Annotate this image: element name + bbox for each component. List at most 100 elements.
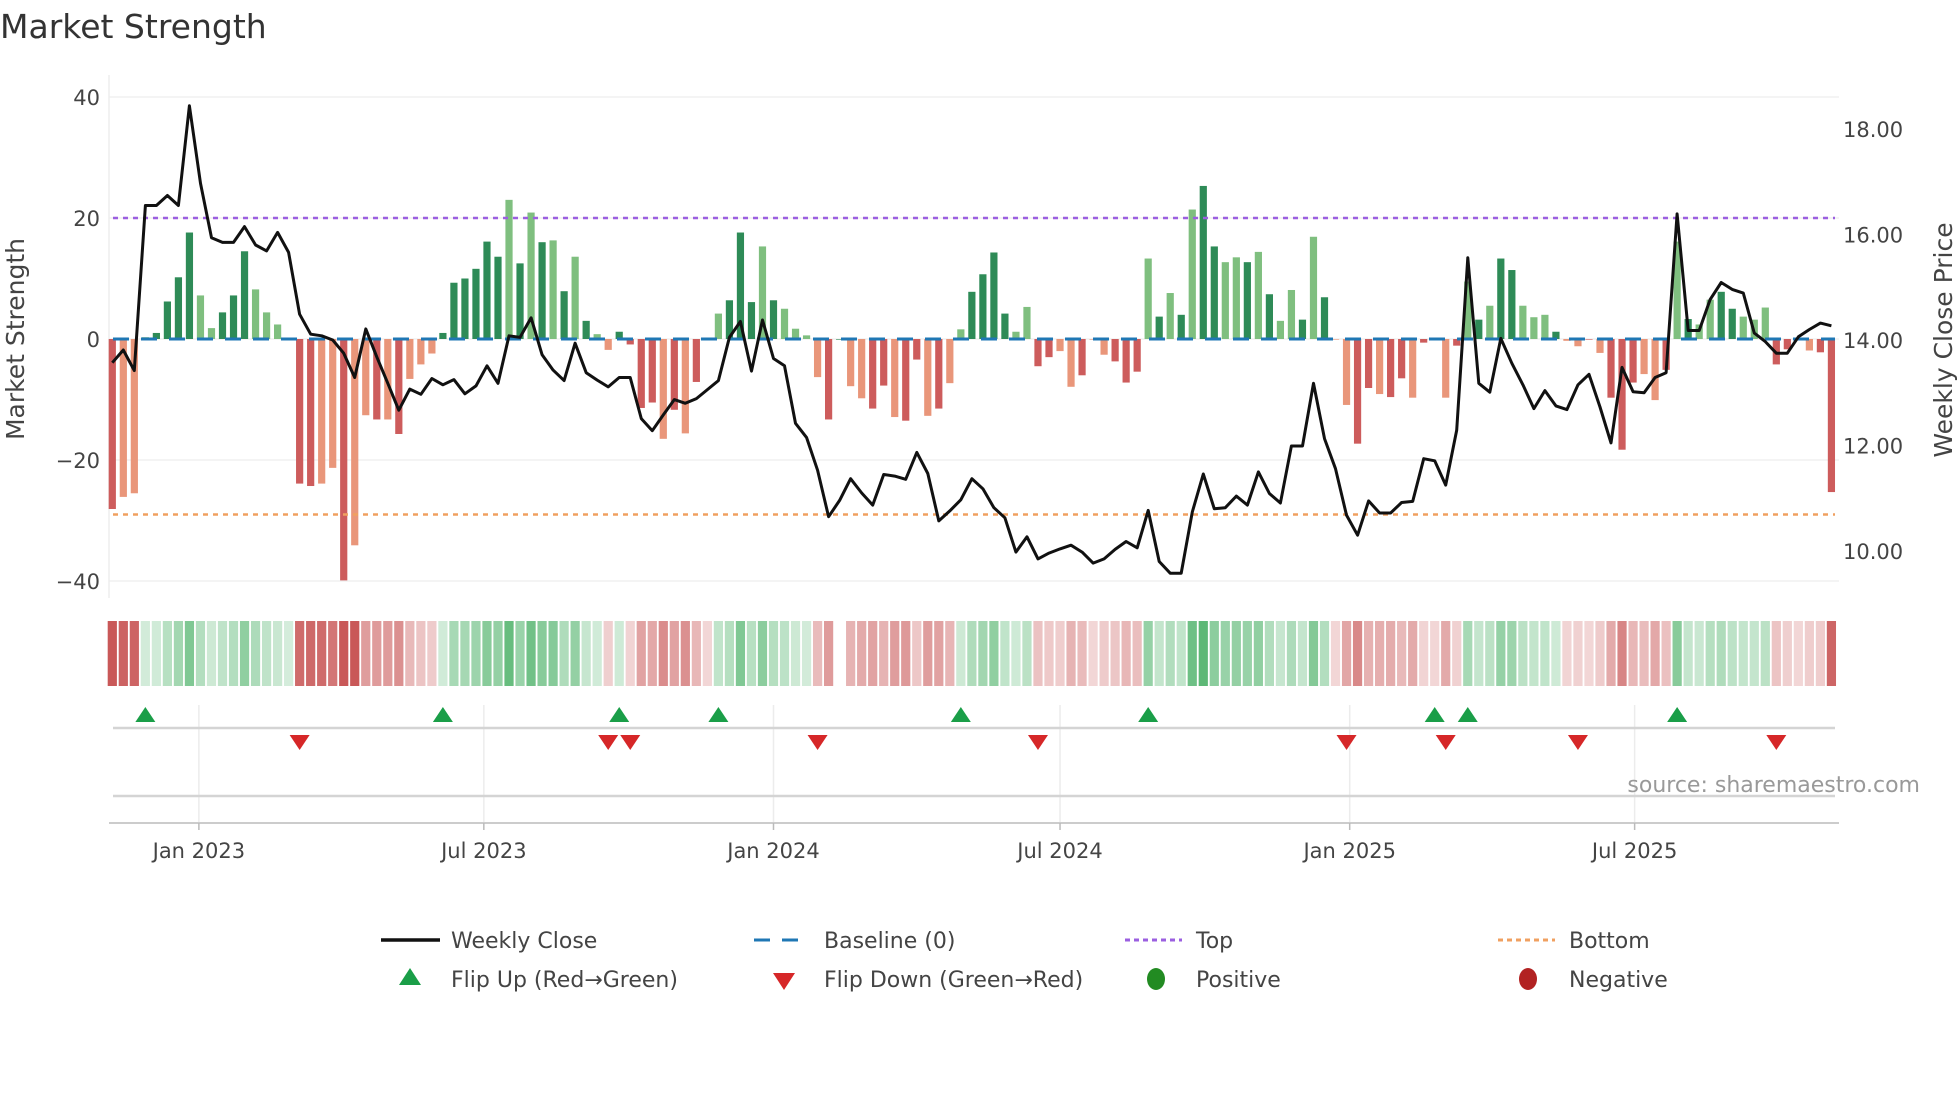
heat-cell (1727, 621, 1737, 686)
heat-cell (614, 621, 624, 686)
strength-bar (880, 339, 888, 386)
heat-cell (1782, 621, 1792, 686)
strength-bar (1728, 308, 1736, 339)
flip-up-marker (1457, 707, 1478, 722)
legend-label: Weekly Close (451, 929, 597, 954)
strength-bar (659, 339, 667, 439)
heat-cell (1452, 621, 1462, 686)
strength-bar (1254, 251, 1262, 339)
legend-item-baseline: Baseline (0) (754, 929, 955, 954)
heat-cell (151, 621, 161, 686)
strength-bar (1133, 339, 1141, 372)
heat-cell (515, 621, 525, 686)
heat-cell (1077, 621, 1087, 686)
flip-down-icon (773, 973, 795, 990)
flip-up-marker (1138, 707, 1159, 722)
flip-down-marker (289, 735, 310, 750)
heat-cell (460, 621, 470, 686)
legend-label: Flip Down (Green→Red) (824, 968, 1083, 993)
heat-cell (1165, 621, 1175, 686)
strength-bar (560, 291, 568, 339)
strength-bar (1607, 339, 1615, 398)
y-left-tick-label: −20 (56, 449, 100, 473)
strength-bar (946, 339, 954, 384)
strength-bar (825, 339, 833, 420)
heat-cell (1308, 621, 1319, 686)
heat-cell (537, 621, 547, 686)
heat-cell (812, 621, 823, 686)
heat-cell (261, 621, 272, 686)
legend-label: Negative (1569, 968, 1668, 993)
heat-cell (702, 621, 712, 686)
flip-up-marker (950, 707, 971, 722)
heat-cell (1606, 621, 1616, 686)
strength-bar (1409, 339, 1417, 398)
heat-cell (372, 621, 382, 686)
y-left-tick-label: 20 (73, 207, 100, 231)
heat-cell (1485, 621, 1495, 686)
flip-down-marker (1027, 735, 1048, 750)
heat-cell (1562, 621, 1572, 686)
heat-cell (790, 621, 801, 686)
strength-bar (1497, 258, 1505, 339)
y-right-tick-label: 10.00 (1843, 540, 1903, 564)
right-axis-ticks: 18.00 16.00 14.00 12.00 10.00 (1843, 118, 1903, 564)
heat-cell (493, 621, 503, 686)
strength-bar (1001, 313, 1009, 339)
y-right-tick-label: 12.00 (1843, 435, 1903, 459)
strength-bar (207, 328, 216, 339)
strength-bar (1717, 291, 1725, 339)
heat-cell (978, 621, 988, 686)
heat-cell (162, 621, 172, 686)
heat-cell (361, 621, 371, 686)
heat-cell (405, 621, 415, 686)
strength-bar (979, 274, 987, 339)
heat-cell (1000, 621, 1010, 686)
strength-bar (119, 339, 127, 497)
strength-bar (1144, 258, 1152, 339)
heat-cell (1826, 621, 1837, 686)
heat-cell (989, 621, 999, 686)
y-left-tick-label: 0 (87, 328, 100, 352)
strength-bar (417, 339, 425, 365)
strength-bar (1651, 339, 1659, 401)
heat-cell (195, 621, 206, 686)
heat-cell (217, 621, 228, 686)
heat-cell (1617, 621, 1627, 686)
x-tick-label: Jan 2023 (151, 839, 246, 863)
strength-bar (1045, 339, 1053, 358)
heat-cell (1099, 621, 1109, 686)
heat-cell (824, 621, 834, 686)
heat-cell (735, 621, 746, 686)
heat-cell (317, 621, 327, 686)
strength-bar (604, 339, 612, 350)
heat-cell (1187, 621, 1197, 686)
market-strength-chart: Market Strength 40 20 0 −20 −40 18.00 16.00 14… (0, 7, 1958, 993)
heat-cell (1363, 621, 1374, 686)
strength-bar (714, 313, 722, 339)
heat-cell (1319, 621, 1330, 686)
strength-bar (274, 324, 282, 339)
heat-cell (691, 621, 701, 686)
heat-cell (1231, 621, 1241, 686)
heat-cell (306, 621, 316, 686)
strength-bar (340, 339, 348, 581)
strength-bar (769, 300, 778, 339)
strength-bar (1387, 339, 1395, 398)
heat-cell (1253, 621, 1263, 686)
strength-bar (1530, 317, 1538, 339)
strength-bar (329, 339, 337, 468)
heat-cell (1297, 621, 1308, 686)
strength-bar (1486, 305, 1494, 339)
legend-item-negative: Negative (1519, 968, 1668, 993)
strength-bar (262, 312, 271, 339)
heat-cell (1474, 621, 1484, 686)
legend-label: Positive (1196, 968, 1281, 993)
strength-bar (1640, 339, 1648, 375)
legend-item-bottom: Bottom (1498, 929, 1650, 954)
legend-label: Flip Up (Red→Green) (451, 968, 678, 993)
strength-bar (296, 339, 304, 484)
strength-bar (549, 240, 557, 339)
heat-cell (1628, 621, 1638, 686)
heat-cell (801, 621, 812, 686)
